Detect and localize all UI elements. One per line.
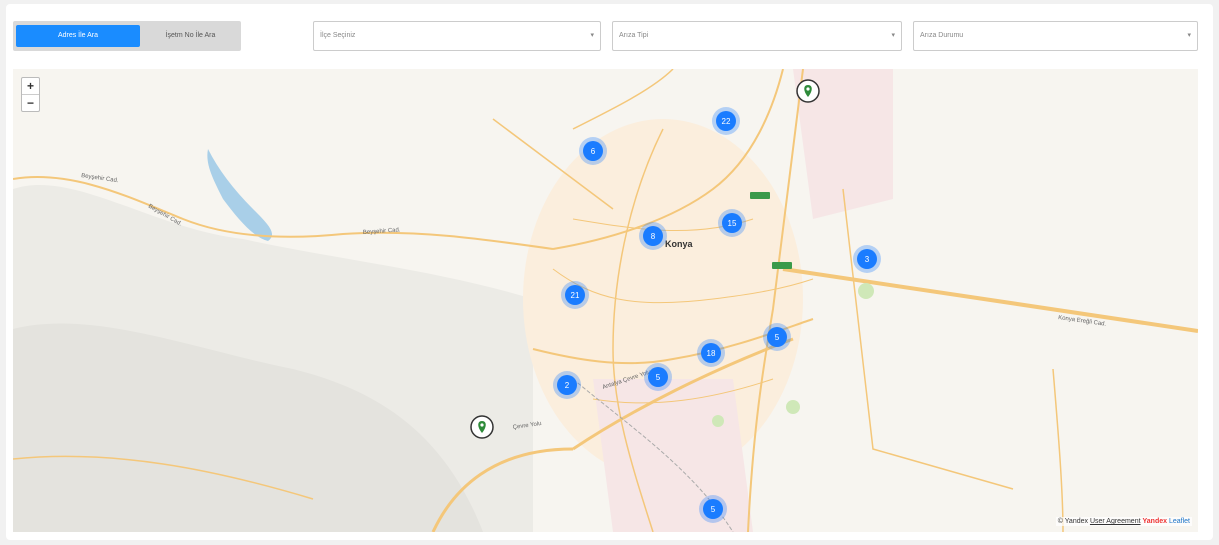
fault-status-select-value: Arıza Durumu: [920, 32, 964, 39]
pin-dot: [806, 87, 810, 91]
marker-cluster[interactable]: 2: [553, 371, 581, 399]
marker-cluster[interactable]: 21: [561, 281, 589, 309]
cluster-count: 3: [865, 255, 870, 264]
fault-status-select[interactable]: Arıza Durumu ▾: [913, 21, 1198, 51]
marker-cluster[interactable]: 3: [853, 245, 881, 273]
zoom-out-button[interactable]: −: [22, 94, 39, 111]
marker-cluster[interactable]: 5: [644, 363, 672, 391]
address-search-button[interactable]: Adres İle Ara: [16, 25, 140, 47]
map-pin-icon[interactable]: [796, 79, 820, 103]
map-canvas[interactable]: Beyşehir Cad. Beyşehir Cad. Beyşehir Cad…: [13, 69, 1198, 532]
chevron-down-icon: ▾: [891, 32, 895, 39]
map-pin-icon[interactable]: [470, 415, 494, 439]
fault-type-select-value: Arıza Tipi: [619, 32, 649, 39]
cluster-count: 6: [591, 147, 596, 156]
cluster-count: 22: [722, 117, 731, 126]
park-area: [712, 415, 724, 427]
yandex-logo[interactable]: Yandex: [1143, 518, 1168, 525]
cluster-count: 21: [571, 291, 580, 300]
marker-cluster[interactable]: 15: [718, 209, 746, 237]
chevron-down-icon: ▾: [590, 32, 594, 39]
cluster-count: 5: [711, 505, 716, 514]
zoom-control: + −: [21, 77, 40, 112]
fault-type-select[interactable]: Arıza Tipi ▾: [612, 21, 902, 51]
park-area: [786, 400, 800, 414]
marker-cluster[interactable]: 18: [697, 339, 725, 367]
chevron-down-icon: ▾: [1187, 32, 1191, 39]
marker-cluster[interactable]: 5: [699, 495, 727, 523]
zoom-in-button[interactable]: +: [22, 78, 39, 94]
district-select-value: İlçe Seçiniz: [320, 32, 356, 39]
job-number-search-button[interactable]: İşetm No İle Ara: [143, 25, 238, 47]
cluster-count: 8: [651, 232, 656, 241]
map-view[interactable]: Beyşehir Cad. Beyşehir Cad. Beyşehir Cad…: [13, 69, 1198, 532]
highway-shield: [750, 192, 770, 199]
city-label: Konya: [665, 239, 694, 249]
marker-cluster[interactable]: 22: [712, 107, 740, 135]
map-attribution: © Yandex User Agreement Yandex Leaflet: [1055, 517, 1192, 526]
cluster-count: 5: [656, 373, 661, 382]
marker-cluster[interactable]: 8: [639, 222, 667, 250]
park-area: [858, 283, 874, 299]
pin-dot: [480, 423, 484, 427]
highway-shield: [772, 262, 792, 269]
marker-cluster[interactable]: 5: [763, 323, 791, 351]
marker-cluster[interactable]: 6: [579, 137, 607, 165]
cluster-count: 15: [728, 219, 737, 228]
user-agreement-link[interactable]: User Agreement: [1090, 518, 1141, 525]
district-select[interactable]: İlçe Seçiniz ▾: [313, 21, 601, 51]
cluster-count: 18: [707, 349, 716, 358]
cluster-count: 5: [775, 333, 780, 342]
leaflet-link[interactable]: Leaflet: [1169, 518, 1190, 525]
search-mode-toggle: Adres İle Ara İşetm No İle Ara: [13, 21, 241, 51]
attribution-copyright: © Yandex: [1057, 518, 1088, 525]
cluster-count: 2: [565, 381, 570, 390]
